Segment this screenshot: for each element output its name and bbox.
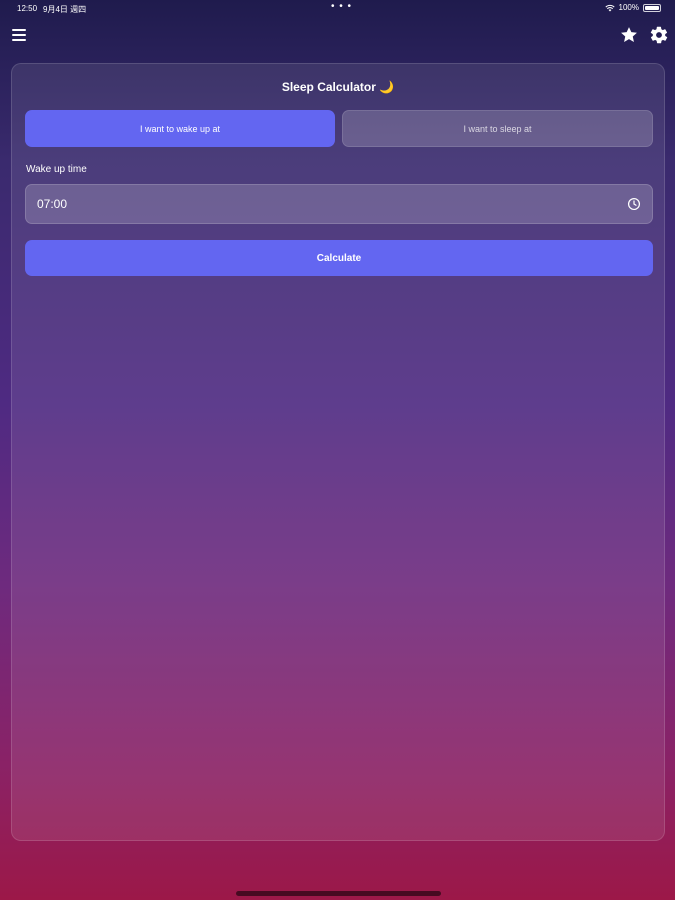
wake-up-time-label: Wake up time	[26, 164, 87, 175]
time-value[interactable]: 07:00	[37, 197, 627, 211]
battery-level	[645, 5, 659, 10]
clock-icon[interactable]	[627, 197, 641, 211]
top-bar	[0, 24, 675, 48]
multitasking-dots[interactable]: • • •	[331, 1, 352, 12]
gear-icon[interactable]	[649, 25, 669, 45]
card-title: Sleep Calculator 🌙	[281, 80, 395, 94]
battery-icon	[643, 3, 661, 12]
wake-up-time-input[interactable]: 07:00	[25, 184, 653, 224]
battery-percent: 100%	[618, 3, 639, 12]
status-time: 12:50	[17, 4, 38, 13]
home-indicator	[236, 891, 441, 896]
wifi-icon	[604, 4, 615, 11]
sleep-calculator-card: Sleep Calculator 🌙 I want to wake up at …	[11, 63, 665, 841]
calculate-button[interactable]: Calculate	[25, 240, 653, 276]
status-bar: 12:50 9月4日 週四 • • • 100%	[0, 0, 675, 18]
status-left: 12:50 9月4日 週四	[17, 4, 86, 15]
menu-icon[interactable]	[12, 29, 26, 43]
wake-up-mode-button[interactable]: I want to wake up at	[25, 110, 335, 147]
sleep-mode-button[interactable]: I want to sleep at	[342, 110, 653, 147]
status-date: 9月4日 週四	[43, 5, 87, 14]
star-icon[interactable]	[619, 25, 639, 45]
status-right: 100%	[604, 3, 661, 12]
